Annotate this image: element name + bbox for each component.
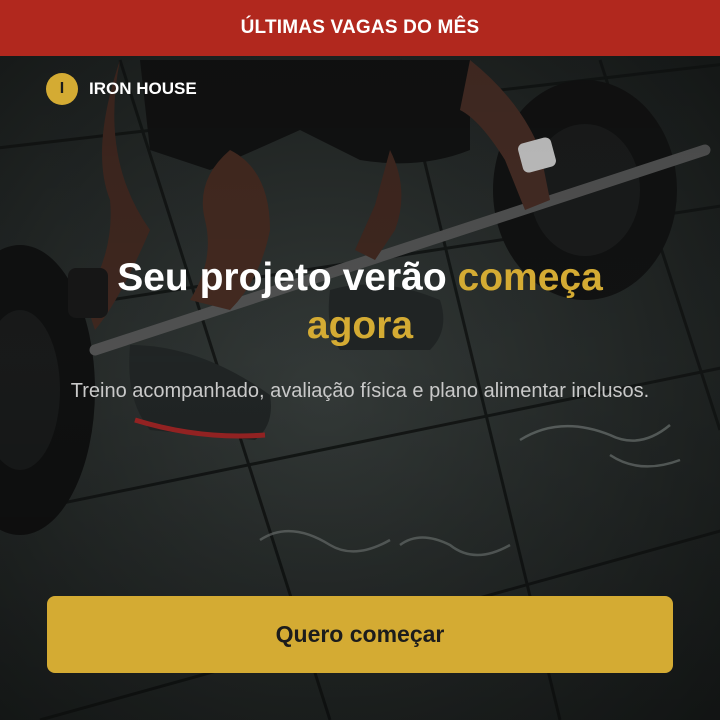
urgency-banner: ÚLTIMAS VAGAS DO MÊS: [0, 0, 720, 56]
promo-page: ÚLTIMAS VAGAS DO MÊS I IRON HOUSE Seu pr…: [0, 0, 720, 720]
hero-headline: Seu projeto verão começa agora: [60, 254, 660, 350]
brand-logo[interactable]: I IRON HOUSE: [46, 73, 197, 105]
brand-name: IRON HOUSE: [89, 79, 197, 98]
start-button[interactable]: Quero começar: [47, 596, 673, 673]
brand-badge-icon: I: [46, 73, 78, 105]
banner-text: ÚLTIMAS VAGAS DO MÊS: [240, 17, 480, 38]
headline-main: Seu projeto verão: [117, 256, 458, 299]
hero-subtitle: Treino acompanhado, avaliação física e p…: [70, 380, 650, 402]
